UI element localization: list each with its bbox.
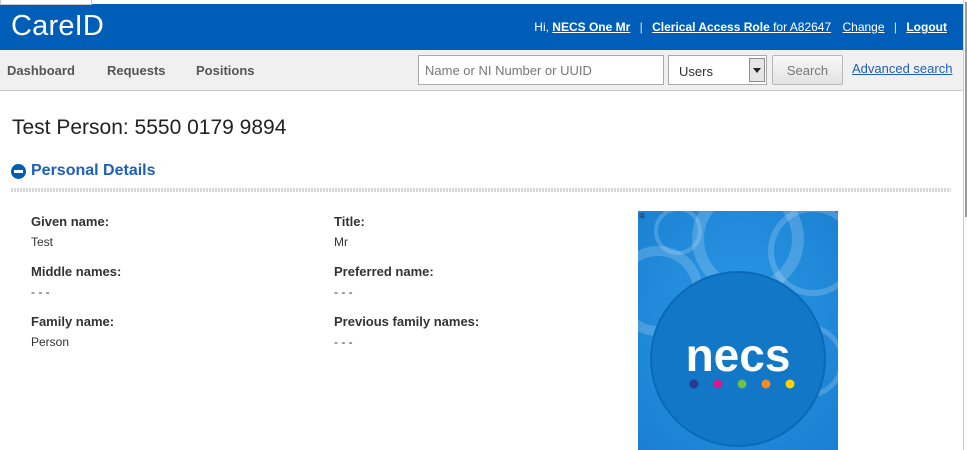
main-nav-bar: Dashboard Requests Positions Users Searc…: [0, 50, 963, 91]
necs-logo-image: necs ⊠: [638, 211, 838, 450]
family-name-value: Person: [31, 335, 70, 349]
preferred-name-label: Preferred name:: [334, 264, 434, 279]
nav-item-positions[interactable]: Positions: [196, 63, 255, 78]
header-user-links: Hi, NECS One Mr | Clerical Access Role f…: [534, 20, 947, 34]
title-value: Mr: [334, 235, 348, 249]
top-header: CareID Hi, NECS One Mr | Clerical Access…: [0, 4, 963, 50]
svg-text:⊠: ⊠: [639, 213, 645, 220]
section-title[interactable]: Personal Details: [31, 162, 156, 180]
given-name-label: Given name:: [31, 214, 110, 229]
advanced-search-link[interactable]: Advanced search: [852, 61, 952, 76]
change-role-link[interactable]: Change: [842, 20, 884, 34]
middle-names-value: - - -: [31, 285, 50, 299]
search-input[interactable]: [418, 55, 664, 85]
previous-family-names-label: Previous family names:: [334, 314, 480, 329]
logo-dot: [713, 379, 723, 389]
search-type-value: Users: [679, 64, 713, 79]
header-separator: |: [639, 20, 643, 34]
nav-item-requests[interactable]: Requests: [107, 63, 166, 78]
access-role-link[interactable]: Clerical Access Role for A82647: [652, 20, 831, 34]
logo-dot: [737, 379, 747, 389]
search-button[interactable]: Search: [772, 55, 843, 85]
profile-photo: necs ⊠: [638, 211, 838, 450]
middle-names-label: Middle names:: [31, 264, 122, 279]
user-name-link[interactable]: NECS One Mr: [552, 20, 630, 34]
family-name-label: Family name:: [31, 314, 115, 329]
collapse-icon[interactable]: [11, 164, 26, 179]
greeting-text: Hi,: [534, 20, 549, 34]
logo-dot: [689, 379, 699, 389]
title-label: Title:: [334, 214, 365, 229]
logo-dot: [785, 379, 795, 389]
vertical-scrollbar[interactable]: [963, 0, 967, 450]
chevron-down-icon[interactable]: [749, 58, 765, 82]
necs-logo-text: necs: [686, 329, 791, 381]
preferred-name-value: - - -: [334, 285, 353, 299]
search-type-select[interactable]: Users: [668, 55, 767, 85]
logo-dot: [761, 379, 771, 389]
page-title: Test Person: 5550 0179 9894: [12, 116, 287, 139]
nav-item-dashboard[interactable]: Dashboard: [7, 63, 75, 78]
header-separator: |: [893, 20, 897, 34]
previous-family-names-value: - - -: [334, 335, 353, 349]
brand-logo[interactable]: CareID: [11, 10, 104, 43]
window-tab-stub: [0, 0, 92, 5]
section-divider: [11, 188, 951, 192]
given-name-value: Test: [31, 235, 54, 249]
logout-link[interactable]: Logout: [906, 20, 947, 34]
